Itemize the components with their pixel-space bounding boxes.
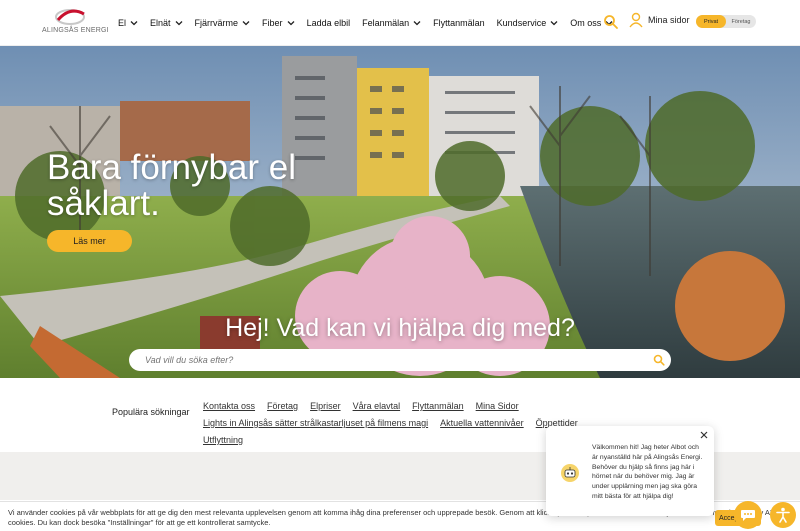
nav-item-label: Flyttanmälan — [433, 18, 485, 28]
nav-item-label: Felanmälan — [362, 18, 410, 28]
toggle-business[interactable]: Företag — [726, 15, 756, 28]
popular-link[interactable]: Aktuella vattennivåer — [440, 415, 524, 432]
nav-item-label: Elnät — [150, 18, 171, 28]
nav-item-el[interactable]: El — [118, 18, 138, 28]
chat-bubble-icon — [741, 509, 755, 521]
chevron-down-icon — [175, 21, 182, 26]
nav-item-elnät[interactable]: Elnät — [150, 18, 183, 28]
nav-item-fiber[interactable]: Fiber — [262, 18, 295, 28]
mina-sidor-link[interactable]: Mina sidor — [629, 12, 690, 28]
chevron-down-icon — [550, 21, 558, 26]
site-header: ALINGSÅS ENERGI El Elnät Fjärrvärme Fiber La… — [0, 0, 800, 46]
nav-item-flyttanmälan[interactable]: Flyttanmälan — [433, 18, 485, 28]
popular-link[interactable]: Kontakta oss — [203, 398, 255, 415]
logo-swoosh-icon — [55, 9, 85, 25]
hero-banner: Bara förnybar el såklart. Läs mer Hej! V… — [0, 46, 800, 378]
robot-avatar-icon — [561, 464, 579, 482]
nav-item-ladda-elbil[interactable]: Ladda elbil — [307, 18, 351, 28]
popular-link[interactable]: Våra elavtal — [353, 398, 401, 415]
nav-item-felanmälan[interactable]: Felanmälan — [362, 18, 421, 28]
chat-open-button[interactable] — [734, 501, 762, 529]
popular-link[interactable]: Elpriser — [310, 398, 341, 415]
help-heading: Hej! Vad kan vi hjälpa dig med? — [225, 314, 575, 342]
popular-link[interactable]: Lights in Alingsås sätter strålkastarlju… — [203, 415, 428, 432]
nav-item-label: Kundservice — [496, 18, 547, 28]
nav-item-fjärrvärme[interactable]: Fjärrvärme — [195, 18, 251, 28]
logo-text: ALINGSÅS ENERGI — [42, 27, 109, 34]
chevron-down-icon — [242, 21, 250, 26]
chevron-down-icon — [413, 21, 421, 26]
customer-type-toggle[interactable]: Privat Företag — [696, 15, 756, 28]
chat-message: Välkommen hit! Jag heter Albot och är ny… — [592, 444, 703, 500]
nav-item-label: Fjärrvärme — [194, 18, 239, 28]
mina-sidor-label: Mina sidor — [648, 15, 690, 25]
search-input[interactable] — [145, 355, 635, 365]
chat-popup: Välkommen hit! Jag heter Albot och är ny… — [546, 426, 714, 516]
nav-item-label: Om oss — [570, 18, 602, 28]
main-nav: El Elnät Fjärrvärme Fiber Ladda elbil Felanmä… — [118, 0, 625, 46]
nav-item-label: El — [118, 18, 127, 28]
search-submit-icon[interactable] — [653, 354, 665, 366]
search-icon[interactable] — [603, 14, 619, 30]
popular-link[interactable]: Mina Sidor — [476, 398, 519, 415]
chevron-down-icon — [130, 21, 138, 26]
popular-link[interactable]: Utflyttning — [203, 432, 243, 449]
user-icon — [629, 12, 643, 28]
popular-link[interactable]: Flyttanmälan — [412, 398, 464, 415]
nav-item-label: Ladda elbil — [306, 18, 351, 28]
read-more-button[interactable]: Läs mer — [47, 230, 132, 252]
site-search — [129, 349, 671, 371]
nav-item-label: Fiber — [262, 18, 283, 28]
popular-searches-label: Populära sökningar — [112, 407, 190, 417]
popular-link[interactable]: Företag — [267, 398, 298, 415]
nav-item-kundservice[interactable]: Kundservice — [497, 18, 559, 28]
hero-title: Bara förnybar el såklart. — [47, 148, 297, 223]
accessibility-icon — [776, 507, 790, 523]
toggle-private[interactable]: Privat — [696, 15, 726, 28]
accessibility-button[interactable] — [770, 502, 796, 528]
logo[interactable]: ALINGSÅS ENERGI — [42, 8, 109, 38]
close-icon[interactable] — [700, 431, 708, 439]
chevron-down-icon — [287, 21, 295, 26]
